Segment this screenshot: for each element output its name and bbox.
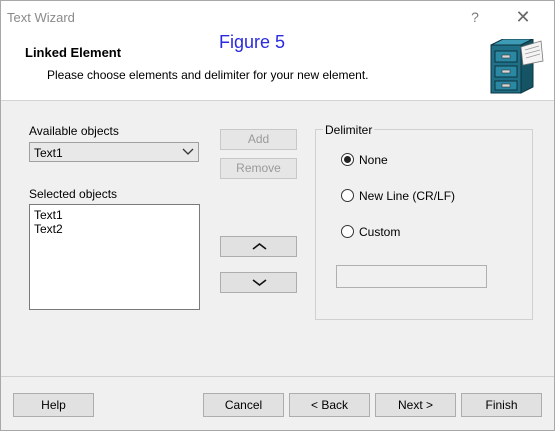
add-button-label: Add (247, 132, 270, 146)
radio-none[interactable] (341, 153, 354, 166)
move-down-button[interactable] (220, 272, 297, 293)
selected-objects-label: Selected objects (29, 187, 118, 201)
title-bar: Text Wizard ? ✕ (1, 1, 554, 35)
chevron-up-icon (252, 242, 267, 250)
next-button[interactable]: Next > (375, 393, 456, 417)
close-icon[interactable]: ✕ (513, 7, 533, 27)
figure-label: Figure 5 (219, 32, 286, 52)
radio-none-label[interactable]: None (359, 153, 388, 167)
back-button[interactable]: < Back (289, 393, 370, 417)
remove-button[interactable]: Remove (220, 158, 297, 179)
file-cabinet-icon (490, 39, 544, 94)
available-objects-dropdown[interactable]: Text1 (29, 142, 199, 162)
chevron-down-icon (182, 148, 194, 155)
footer-divider (1, 376, 554, 377)
move-up-button[interactable] (220, 236, 297, 257)
finish-button[interactable]: Finish (461, 393, 542, 417)
finish-button-label: Finish (485, 398, 518, 412)
custom-delimiter-field[interactable] (336, 265, 487, 288)
wizard-header: Linked Element Figure 5 Please choose el… (1, 32, 554, 100)
help-button-label: Help (41, 398, 66, 412)
selected-objects-list[interactable]: Text1 Text2 (29, 204, 200, 310)
radio-new-line[interactable] (341, 189, 354, 202)
text-wizard-window: Text Wizard ? ✕ Linked Element Figure 5 … (0, 0, 555, 431)
list-item[interactable]: Text2 (34, 222, 63, 236)
radio-custom[interactable] (341, 225, 354, 238)
help-button[interactable]: Help (13, 393, 94, 417)
available-objects-value: Text1 (34, 146, 63, 160)
cancel-button[interactable]: Cancel (203, 393, 284, 417)
chevron-down-icon (252, 279, 267, 287)
delimiter-group-label: Delimiter (323, 123, 375, 137)
help-icon[interactable]: ? (467, 7, 483, 27)
radio-selected-dot (344, 156, 351, 163)
next-button-label: Next > (397, 398, 433, 412)
back-button-label: < Back (310, 398, 349, 412)
add-button[interactable]: Add (220, 129, 297, 150)
available-objects-label: Available objects (29, 124, 119, 138)
list-item[interactable]: Text1 (34, 208, 63, 222)
window-title: Text Wizard (7, 10, 75, 25)
cancel-button-label: Cancel (224, 398, 263, 412)
page-description: Please choose elements and delimiter for… (47, 68, 369, 82)
header-divider (1, 100, 554, 101)
page-title: Linked Element (25, 45, 122, 60)
remove-button-label: Remove (236, 161, 281, 175)
radio-new-line-label[interactable]: New Line (CR/LF) (359, 189, 455, 203)
radio-custom-label[interactable]: Custom (359, 225, 400, 239)
